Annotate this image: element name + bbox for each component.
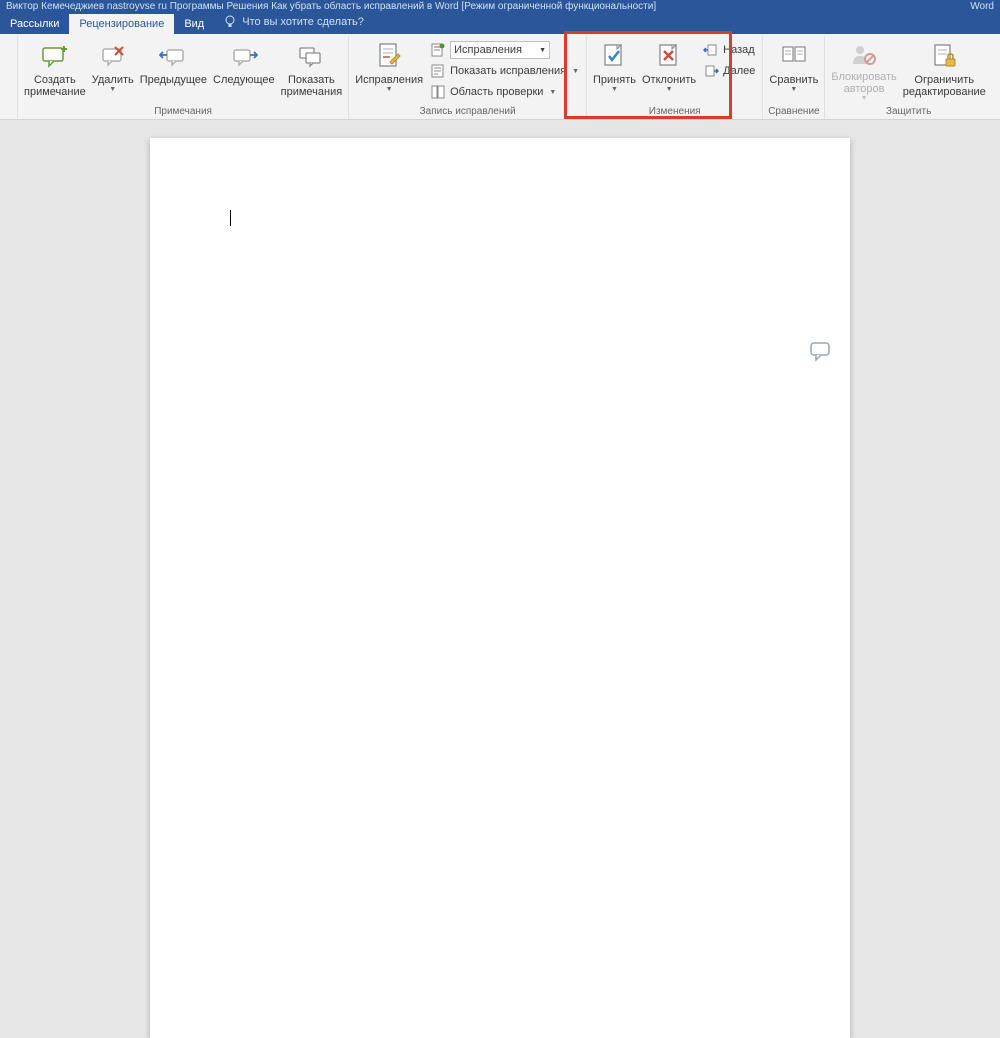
previous-change-button[interactable]: Назад [699, 40, 759, 60]
previous-comment-icon [157, 40, 189, 72]
lightbulb-icon [222, 14, 238, 30]
chevron-down-icon: ▼ [611, 86, 618, 93]
chevron-down-icon: ▼ [549, 89, 556, 96]
compare-label: Сравнить [769, 74, 818, 86]
block-authors-icon [848, 40, 880, 69]
group-comments: Создать примечание Удалить ▼ Предыдущее [18, 36, 349, 119]
restrict-editing-button[interactable]: Ограничить редактирование [900, 38, 989, 104]
tell-me-label: Что вы хотите сделать? [242, 16, 364, 28]
group-changes: Принять ▼ Отклонить ▼ Назад [587, 36, 763, 119]
compare-icon [778, 40, 810, 72]
show-comments-icon [295, 40, 327, 72]
restrict-editing-label: Ограничить редактирование [903, 74, 986, 98]
reviewing-pane-label: Область проверки [450, 86, 543, 98]
next-change-icon [703, 63, 719, 79]
ribbon-tabs: Рассылки Рецензирование Вид Что вы хотит… [0, 12, 1000, 34]
next-comment-button[interactable]: Следующее [210, 38, 278, 104]
chevron-down-icon: ▼ [790, 86, 797, 93]
comment-indicator-icon[interactable] [810, 342, 832, 362]
track-changes-label: Исправления [355, 74, 423, 86]
track-changes-button[interactable]: Исправления ▼ [352, 38, 426, 104]
block-authors-label: Блокировать авторов [831, 71, 896, 95]
show-markup-label: Показать исправления [450, 65, 566, 77]
display-mode-icon [430, 42, 446, 58]
new-comment-icon [39, 40, 71, 72]
previous-change-label: Назад [723, 44, 755, 56]
accept-button[interactable]: Принять ▼ [590, 38, 639, 104]
tell-me-search[interactable]: Что вы хотите сделать? [214, 10, 372, 34]
tab-review[interactable]: Рецензирование [69, 14, 174, 34]
delete-comment-button[interactable]: Удалить ▼ [89, 38, 137, 104]
show-comments-label: Показать примечания [281, 74, 343, 98]
group-tracking-label: Запись исправлений [352, 104, 583, 120]
group-compare: Сравнить ▼ Сравнение [763, 36, 825, 119]
title-text-right: Word [970, 1, 994, 12]
chevron-down-icon: ▼ [386, 86, 393, 93]
display-mode-value: Исправления [454, 44, 522, 56]
reviewing-pane-button[interactable]: Область проверки ▼ [426, 82, 583, 102]
group-protect-label: Защитить [828, 104, 988, 120]
reject-label: Отклонить [642, 74, 696, 86]
track-changes-icon [373, 40, 405, 72]
show-comments-button[interactable]: Показать примечания [278, 38, 346, 104]
chevron-down-icon: ▼ [539, 47, 546, 54]
reviewing-pane-icon [430, 84, 446, 100]
group-compare-label: Сравнение [766, 104, 821, 120]
next-change-button[interactable]: Далее [699, 61, 759, 81]
reject-button[interactable]: Отклонить ▼ [639, 38, 699, 104]
document-page[interactable] [150, 138, 850, 1038]
chevron-down-icon: ▼ [572, 68, 579, 75]
ribbon: Создать примечание Удалить ▼ Предыдущее [0, 34, 1000, 120]
document-area [0, 120, 1000, 866]
delete-comment-label: Удалить [92, 74, 134, 86]
next-change-label: Далее [723, 65, 755, 77]
block-authors-button: Блокировать авторов ▼ [828, 38, 899, 104]
accept-label: Принять [593, 74, 636, 86]
previous-comment-label: Предыдущее [140, 74, 207, 86]
chevron-down-icon: ▼ [109, 86, 116, 93]
next-comment-icon [228, 40, 260, 72]
accept-icon [598, 40, 630, 72]
new-comment-button[interactable]: Создать примечание [21, 38, 89, 104]
text-cursor [230, 210, 231, 226]
tab-mailings[interactable]: Рассылки [0, 14, 69, 34]
group-changes-label: Изменения [590, 104, 759, 120]
group-protect: Блокировать авторов ▼ Ограничить редакти… [825, 36, 991, 119]
display-for-review-combo[interactable]: Исправления ▼ [426, 40, 583, 60]
new-comment-label: Создать примечание [24, 74, 86, 98]
show-markup-icon [430, 63, 446, 79]
reject-icon [653, 40, 685, 72]
compare-button[interactable]: Сравнить ▼ [766, 38, 821, 104]
next-comment-label: Следующее [213, 74, 275, 86]
delete-comment-icon [97, 40, 129, 72]
previous-change-icon [703, 42, 719, 58]
group-tracking: Исправления ▼ Исправления ▼ [349, 36, 587, 119]
tab-view[interactable]: Вид [174, 14, 214, 34]
group-comments-label: Примечания [21, 104, 345, 120]
previous-comment-button[interactable]: Предыдущее [137, 38, 210, 104]
show-markup-button[interactable]: Показать исправления ▼ [426, 61, 583, 81]
restrict-editing-icon [928, 40, 960, 72]
chevron-down-icon: ▼ [666, 86, 673, 93]
chevron-down-icon: ▼ [861, 95, 868, 102]
title-bar: Виктор Кемечеджиев nastroyvse ru Програм… [0, 0, 1000, 12]
